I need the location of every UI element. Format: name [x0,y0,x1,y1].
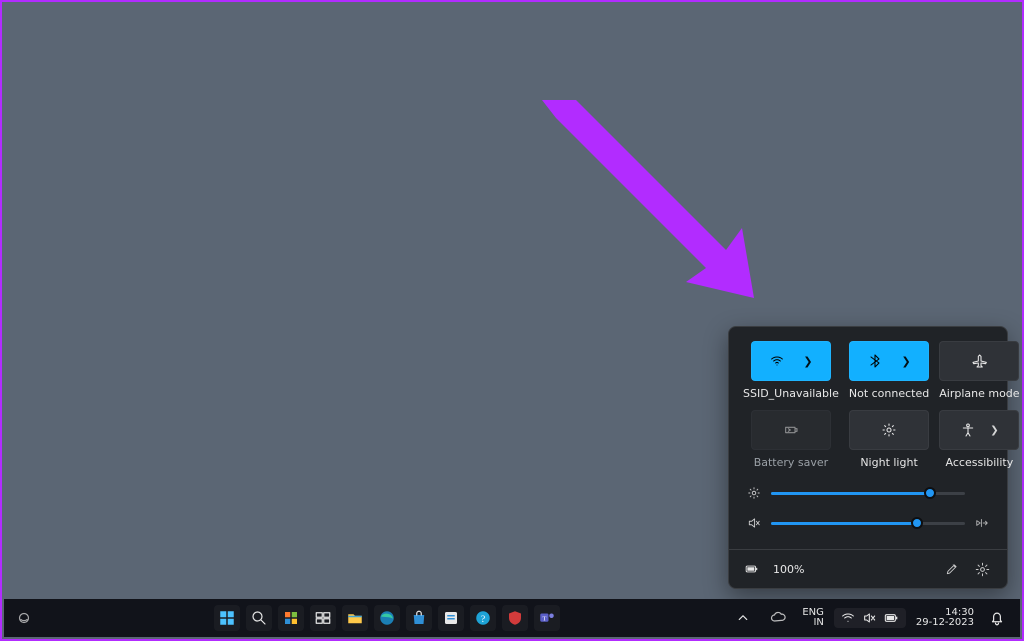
clock[interactable]: 14:30 29-12-2023 [916,608,974,629]
widgets-button[interactable] [4,609,44,627]
accessibility-label: Accessibility [946,456,1014,469]
battery-percent[interactable]: 100% [773,563,804,576]
taskbar-teams-button[interactable]: T [534,605,560,631]
quick-settings-grid: ❯ SSID_Unavailable ❯ Not connected [729,327,1007,475]
battery-icon [743,562,761,576]
volume-row [729,511,1007,535]
volume-mute-icon [747,515,761,531]
battery-saver-tile: Battery saver [743,410,839,469]
annotation-arrow [542,100,762,300]
chevron-right-icon: ❯ [990,425,998,436]
taskbar: ?T ENG IN [4,599,1020,637]
wifi-toggle-button[interactable]: ❯ [751,341,831,381]
volume-mute-tray-icon [862,610,878,626]
taskbar-help-button[interactable]: ? [470,605,496,631]
svg-text:?: ? [481,614,485,625]
battery-saver-icon [783,422,799,438]
taskbar-mail-button[interactable] [438,605,464,631]
wifi-tray-icon [840,610,856,626]
settings-button[interactable] [971,558,993,580]
quick-settings-panel: ❯ SSID_Unavailable ❯ Not connected [728,326,1008,589]
volume-slider[interactable] [771,516,965,530]
taskbar-mcafee-button[interactable] [502,605,528,631]
bluetooth-toggle-button[interactable]: ❯ [849,341,929,381]
onedrive-icon[interactable] [766,605,792,631]
airplane-tile: Airplane mode [939,341,1019,400]
taskbar-start-button[interactable] [214,605,240,631]
audio-output-icon[interactable] [975,516,989,530]
night-light-button[interactable] [849,410,929,450]
wifi-tile: ❯ SSID_Unavailable [743,341,839,400]
taskbar-task-view-button[interactable] [310,605,336,631]
wifi-label: SSID_Unavailable [743,387,839,400]
battery-saver-label: Battery saver [754,456,828,469]
battery-saver-button [751,410,831,450]
chevron-right-icon: ❯ [901,355,910,368]
brightness-fill [771,492,930,495]
taskbar-search-button[interactable] [246,605,272,631]
network-volume-battery-tray[interactable] [834,608,906,628]
brightness-slider[interactable] [771,486,965,500]
tray-overflow-button[interactable] [730,605,756,631]
battery-tray-icon [884,610,900,626]
brightness-icon [747,485,761,501]
night-light-icon [881,422,897,438]
edit-quick-settings-button[interactable] [941,558,963,580]
brightness-row [729,481,1007,505]
accessibility-button[interactable]: ❯ [939,410,1019,450]
night-light-tile: Night light [849,410,929,469]
airplane-label: Airplane mode [939,387,1019,400]
night-light-label: Night light [860,456,917,469]
brightness-thumb [924,487,936,499]
wifi-icon [769,353,785,369]
quick-settings-footer: 100% [729,549,1007,588]
language-indicator[interactable]: ENG IN [802,608,824,629]
system-tray: ENG IN 14:30 29-12-2023 [730,605,1020,631]
bluetooth-icon [867,353,883,369]
accessibility-icon [960,422,976,438]
taskbar-edge-button[interactable] [374,605,400,631]
taskbar-store-button[interactable] [406,605,432,631]
desktop: ❯ SSID_Unavailable ❯ Not connected [0,0,1024,641]
chevron-right-icon: ❯ [803,355,812,368]
accessibility-tile: ❯ Accessibility [939,410,1019,469]
taskbar-center: ?T [44,605,730,631]
volume-thumb [911,517,923,529]
bluetooth-label: Not connected [849,387,929,400]
taskbar-explorer-button[interactable] [342,605,368,631]
airplane-icon [971,353,987,369]
airplane-toggle-button[interactable] [939,341,1019,381]
notifications-button[interactable] [984,605,1010,631]
volume-fill [771,522,917,525]
bluetooth-tile: ❯ Not connected [849,341,929,400]
taskbar-files-button[interactable] [278,605,304,631]
